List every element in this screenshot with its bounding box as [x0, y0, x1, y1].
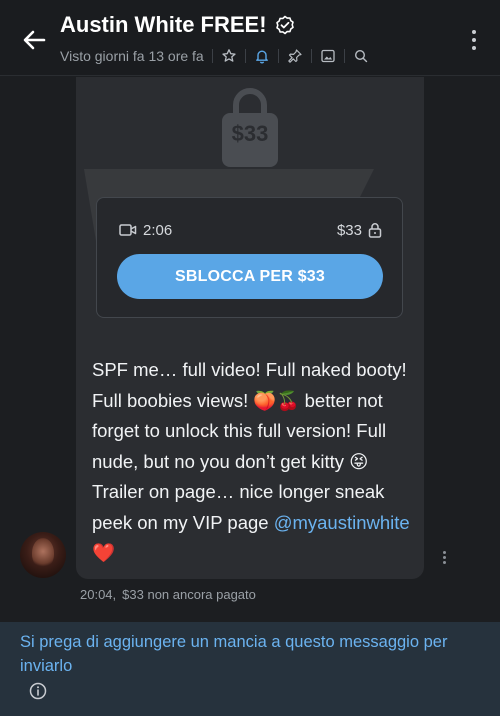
message-options-icon[interactable] [440, 550, 448, 566]
avatar[interactable] [20, 532, 66, 578]
verified-icon [275, 15, 294, 35]
media-price-label: $33 [336, 221, 362, 239]
divider [244, 49, 246, 63]
media-price: $33 [337, 222, 382, 239]
more-vertical-icon[interactable] [470, 28, 478, 52]
chat-title[interactable]: Austin White FREE! [60, 12, 267, 38]
message-bubble: $33 2:06 $33 SBLOCCA PER $33 SPF me… ful… [76, 77, 424, 579]
media-card: 2:06 $33 SBLOCCA PER $33 [96, 197, 403, 318]
message-area: $33 2:06 $33 SBLOCCA PER $33 SPF me… ful… [0, 77, 500, 622]
media-duration: 2:06 [119, 222, 172, 239]
media-info-row: 2:06 $33 [119, 220, 382, 240]
video-camera-icon [119, 224, 137, 236]
chat-header: Austin White FREE! Visto giorni fa 13 or… [0, 0, 500, 76]
gallery-icon[interactable] [320, 48, 336, 64]
lock-icon [368, 223, 382, 238]
back-arrow-icon[interactable] [20, 26, 48, 54]
bell-icon[interactable] [254, 48, 270, 64]
message-heart: ❤️ [92, 542, 116, 563]
last-seen-status: Visto giorni fa 13 ore fa [60, 48, 204, 64]
chat-subtitle-row: Visto giorni fa 13 ore fa [60, 48, 369, 64]
tip-required-banner: Si prega di aggiungere un mancia a quest… [0, 622, 500, 716]
divider [277, 49, 279, 63]
title-row: Austin White FREE! [60, 12, 295, 38]
pin-icon[interactable] [287, 48, 303, 64]
message-text: SPF me… full video! Full naked booty! Fu… [92, 355, 412, 569]
search-icon[interactable] [353, 48, 369, 64]
info-icon[interactable] [29, 682, 47, 700]
locked-price-label: $33 [231, 121, 269, 146]
tip-required-notice: Si prega di aggiungere un mancia a quest… [20, 633, 448, 675]
star-icon[interactable] [221, 48, 237, 64]
video-duration: 2:06 [143, 221, 173, 239]
mention-link[interactable]: @myaustinwhite [274, 512, 410, 533]
message-time: 20:04, [80, 587, 117, 602]
divider [310, 49, 312, 63]
message-body: SPF me… full video! Full naked booty! Fu… [92, 359, 407, 533]
divider [211, 49, 213, 63]
payment-status: $33 non ancora pagato [122, 587, 256, 602]
divider [343, 49, 345, 63]
unlock-button[interactable]: SBLOCCA PER $33 [117, 254, 383, 299]
message-meta: 20:04, $33 non ancora pagato [80, 587, 256, 602]
